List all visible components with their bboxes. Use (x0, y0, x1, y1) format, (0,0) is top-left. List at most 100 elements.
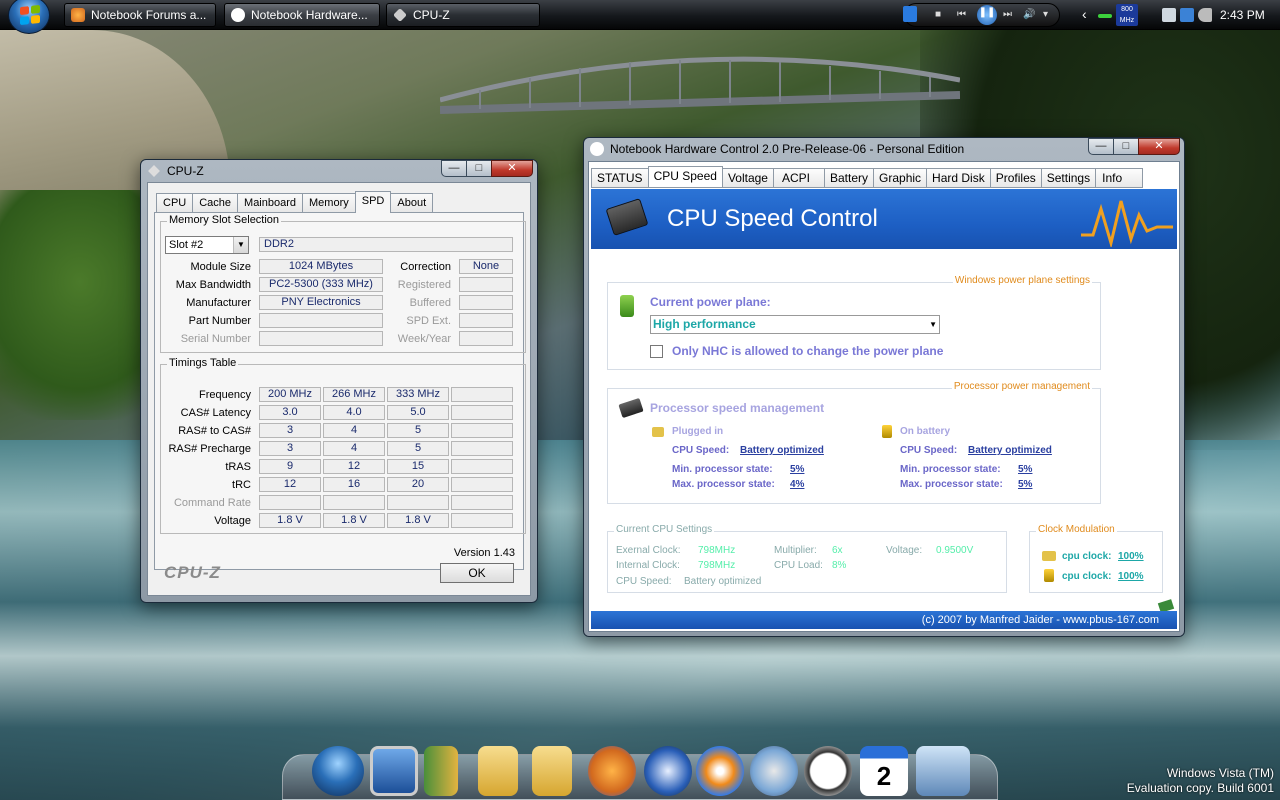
taskbar-button-cpuz[interactable]: CPU-Z (386, 3, 540, 27)
tab-profiles[interactable]: Profiles (989, 168, 1042, 188)
battery-max-state-link[interactable]: 5% (1018, 479, 1032, 490)
tab-settings[interactable]: Settings (1040, 168, 1097, 188)
previous-icon[interactable]: ⏮ (957, 7, 966, 23)
clock-battery-link[interactable]: 100% (1118, 571, 1144, 582)
tab-status[interactable]: STATUS (591, 168, 649, 188)
minimize-button[interactable]: — (1088, 138, 1114, 155)
spd-tab-panel: Memory Slot Selection Slot #2 ▼ DDR2 Mod… (154, 212, 526, 570)
power-plane-label: Current power plane: (650, 295, 771, 309)
taskbar: Notebook Forums a... Notebook Hardware..… (0, 0, 1280, 34)
tab-battery[interactable]: Battery (824, 168, 875, 188)
only-nhc-checkbox[interactable] (650, 345, 663, 358)
calendar-icon[interactable]: 2 (860, 746, 908, 796)
clock-label-battery: cpu clock: (1062, 571, 1112, 582)
part-number-label: Part Number (188, 315, 251, 327)
volume-icon[interactable]: 🔊 (1023, 7, 1035, 23)
week-year-label: Week/Year (397, 333, 451, 345)
minimize-button[interactable]: — (441, 160, 467, 177)
timing-cell (451, 441, 513, 456)
cpuz-app-icon (148, 165, 160, 177)
taskbar-button-forums[interactable]: Notebook Forums a... (64, 3, 216, 27)
wallpaper-bridge (440, 56, 960, 114)
ok-button[interactable]: OK (440, 563, 514, 583)
registered-label: Registered (397, 279, 451, 291)
folder-icon[interactable] (532, 746, 572, 796)
timing-cell: 5.0 (387, 405, 449, 420)
tab-cache[interactable]: Cache (192, 193, 239, 213)
firefox-icon[interactable] (588, 746, 636, 796)
timing-row-label: tRC (232, 479, 251, 491)
tab-hard-disk[interactable]: Hard Disk (926, 168, 991, 188)
cpu-chip-icon (605, 198, 649, 236)
maximize-button[interactable]: □ (1113, 138, 1139, 155)
pause-icon[interactable]: ❚❚ (977, 5, 997, 25)
battery-icon[interactable] (1180, 8, 1194, 22)
tab-info[interactable]: Info (1095, 168, 1144, 188)
cpuz-app-icon (393, 8, 407, 22)
copyright-text: (c) 2007 by Manfred Jaider - www.pbus-16… (921, 614, 1159, 626)
media-player-icon[interactable] (696, 746, 744, 796)
tab-cpu[interactable]: CPU (156, 193, 194, 213)
on-battery-title: On battery (900, 426, 951, 437)
windows-logo-icon (20, 4, 40, 26)
clock-icon[interactable] (804, 746, 852, 796)
buffered-label: Buffered (409, 297, 451, 309)
computer-icon[interactable] (370, 746, 418, 796)
cpuz-titlebar[interactable]: CPU-Z — □ ✕ (141, 160, 537, 182)
plugged-in-title: Plugged in (672, 426, 724, 437)
close-button[interactable]: ✕ (491, 160, 533, 177)
taskbar-button-nhc[interactable]: Notebook Hardware... (224, 3, 380, 27)
dock: 2 (282, 744, 998, 800)
timing-cell: 3 (259, 441, 321, 456)
taskbar-clock[interactable]: 2:43 PM (1220, 8, 1265, 22)
speaker-icon[interactable] (1198, 8, 1212, 22)
next-icon[interactable]: ⏭ (1003, 7, 1012, 23)
nhc-statusbar: (c) 2007 by Manfred Jaider - www.pbus-16… (591, 611, 1177, 629)
timing-cell (323, 495, 385, 510)
tab-about[interactable]: About (390, 193, 434, 213)
nhc-titlebar[interactable]: Notebook Hardware Control 2.0 Pre-Releas… (584, 138, 1184, 160)
tray-status-icon[interactable] (1098, 14, 1112, 18)
tab-memory[interactable]: Memory (302, 193, 356, 213)
start-button[interactable] (8, 0, 50, 34)
tab-acpi[interactable]: ACPI (772, 168, 825, 188)
folder-icon[interactable] (478, 746, 518, 796)
plugged-min-state-link[interactable]: 5% (790, 464, 804, 475)
thunderbird-icon[interactable] (644, 746, 692, 796)
clock-plugged-link[interactable]: 100% (1118, 551, 1144, 562)
power-plane-panel: Windows power plane settings Current pow… (607, 275, 1101, 370)
battery-cpu-speed-link[interactable]: Battery optimized (968, 445, 1052, 456)
plugged-max-state-link[interactable]: 4% (790, 479, 804, 490)
correction-label: Correction (400, 261, 451, 273)
media-player-icon[interactable] (903, 6, 917, 22)
battery-min-state-link[interactable]: 5% (1018, 464, 1032, 475)
tab-spd[interactable]: SPD (354, 191, 392, 213)
chevron-left-icon[interactable]: ‹ (1082, 6, 1087, 22)
power-plane-select[interactable]: High performance ▼ (650, 315, 940, 334)
tab-graphic[interactable]: Graphic (873, 168, 928, 188)
timing-cell: 3 (259, 423, 321, 438)
battery-icon (1044, 569, 1054, 582)
battery-icon (882, 425, 892, 438)
slot-select[interactable]: Slot #2 ▼ (165, 236, 249, 254)
processor-power-panel: Processor power management Processor spe… (607, 381, 1101, 504)
messenger-icon[interactable] (750, 746, 798, 796)
tab-cpu-speed[interactable]: CPU Speed (647, 166, 723, 188)
stop-icon[interactable]: ■ (935, 7, 941, 23)
cpu-chip-icon (618, 397, 644, 419)
tab-voltage[interactable]: Voltage (721, 168, 774, 188)
clock-modulation-panel: Clock Modulation cpu clock: 100% cpu clo… (1029, 524, 1163, 593)
library-icon[interactable] (424, 746, 458, 796)
maximize-button[interactable]: □ (466, 160, 492, 177)
tab-mainboard[interactable]: Mainboard (237, 193, 304, 213)
recycle-bin-icon[interactable] (916, 746, 970, 796)
network-icon[interactable] (1162, 8, 1176, 22)
close-button[interactable]: ✕ (1138, 138, 1180, 155)
timing-cell (451, 459, 513, 474)
section-title: Clock Modulation (1036, 524, 1117, 535)
cpu-speed-tray-icon[interactable]: 800 MHz (1116, 4, 1138, 26)
plugged-cpu-speed-link[interactable]: Battery optimized (740, 445, 824, 456)
timing-cell: 4 (323, 423, 385, 438)
start-orb-dock-icon[interactable] (312, 746, 364, 796)
chevron-down-icon[interactable]: ▾ (1043, 7, 1048, 23)
